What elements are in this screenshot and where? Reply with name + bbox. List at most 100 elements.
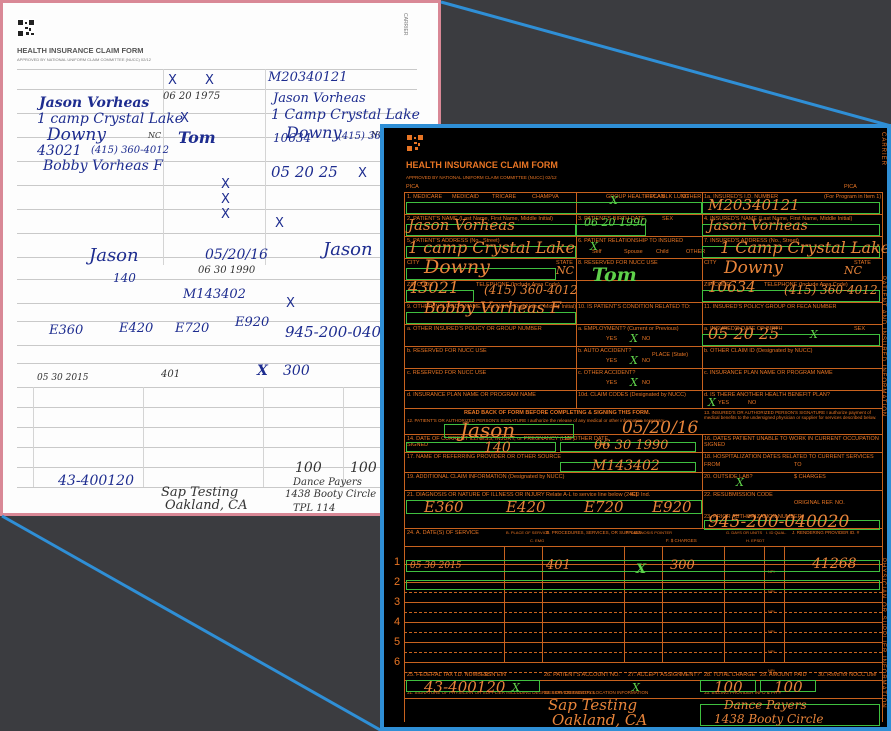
employment-no-label: NO [642, 336, 651, 342]
group-number-label: 11. INSURED'S POLICY GROUP OR FECA NUMBE… [704, 304, 837, 310]
other-claim-id-label: b. OTHER CLAIM ID (Designated by NUCC) [704, 348, 813, 354]
patient-name-value: Jason Vorheas [408, 216, 515, 234]
emg-label: C. EMG [530, 538, 545, 543]
accept-yes-check: X [632, 681, 640, 694]
medicaid-label: MEDICAID [452, 194, 479, 200]
insured-city-value: Downy [724, 258, 783, 278]
claim-codes-label: 10d. CLAIM CODES (Designated by NUCC) [578, 392, 686, 398]
child-label: Child [656, 249, 669, 255]
npi-label: NPI [768, 609, 775, 614]
scan-insured-signature: Jason [323, 239, 373, 260]
other-policy-label: a. OTHER INSURED'S POLICY OR GROUP NUMBE… [407, 326, 542, 332]
service-line-number: 4 [394, 616, 401, 628]
city-value: Downy [424, 256, 490, 278]
scan-referring: M143402 [183, 287, 246, 302]
pica-label: PICA [844, 184, 857, 190]
scan-phone: (415) 360-4012 [91, 145, 169, 156]
sex-label: SEX [662, 216, 674, 222]
pica-label: PICA [406, 184, 419, 190]
insured-address-value: 1 Camp Crystal Lake [720, 238, 891, 257]
other-accident-no-check: X [630, 376, 638, 389]
service-line-number: 5 [394, 636, 401, 648]
illness-date-value: 140 [484, 440, 511, 456]
scan-line1-pos: 401 [161, 369, 181, 380]
another-plan-yes-check: X [708, 396, 716, 409]
signature-value: Jason [460, 418, 516, 442]
insured-authorization-text: 13. INSURED'S OR AUTHORIZED PERSON'S SIG… [704, 410, 877, 420]
reserved-c-label: c. RESERVED FOR NUCC USE [407, 370, 487, 376]
scan-form-title: HEALTH INSURANCE CLAIM FORM [17, 46, 144, 55]
scan-zip: 43021 [37, 143, 82, 159]
facility-line2-value: Oakland, CA [552, 711, 648, 729]
reserved-nucc-value: Tom [592, 264, 637, 286]
scan-state: NC [148, 131, 162, 140]
another-plan-yes-label: YES [718, 400, 730, 406]
scan-total: 100 [295, 460, 322, 476]
state-value: NC [556, 264, 575, 277]
medicare-label: 1. MEDICARE [407, 194, 443, 200]
scan-approved: APPROVED BY NATIONAL UNIFORM CLAIM COMMI… [17, 57, 151, 62]
employment-no-check: X [630, 332, 638, 345]
dx-a-value: E360 [424, 498, 464, 516]
icd-label: ICD Ind. [630, 492, 651, 498]
other-accident-yes-label: YES [606, 380, 618, 386]
scan-reserved: Tom [178, 128, 216, 147]
insured-name-value: Jason Vorheas [708, 218, 808, 234]
qr-code-icon [17, 19, 35, 37]
place-label: B. PLACE OF SERVICE [506, 530, 550, 535]
billing-line1-value: Dance Payers [724, 698, 807, 712]
auto-accident-label: b. AUTO ACCIDENT? [578, 348, 632, 354]
insured-dob-value: 05 20 25 [708, 324, 780, 343]
insured-signed-label: SIGNED [704, 442, 726, 448]
read-back-notice: READ BACK OF FORM BEFORE COMPLETING & SI… [464, 410, 651, 416]
phone-value: (415) 360-4012 [484, 283, 578, 297]
ein-check: X [512, 681, 520, 694]
service-line-number: 6 [394, 656, 401, 668]
scanned-claim-form: HEALTH INSURANCE CLAIM FORM APPROVED BY … [0, 0, 441, 516]
employment-yes-label: YES [606, 336, 618, 342]
dx-c-value: E720 [584, 498, 624, 516]
another-plan-no-label: NO [748, 400, 757, 406]
detected-field-box [406, 580, 880, 590]
insured-id-value: M20340121 [708, 196, 800, 214]
birth-date-value: 06 20 1990 [584, 216, 647, 229]
outside-lab-no-check: X [736, 476, 744, 489]
scan-billing-3: TPL 114 [293, 503, 336, 514]
scan-insured-dob: 05 20 25 [271, 163, 338, 181]
detected-field-box [406, 202, 702, 214]
scan-dx-a: E360 [49, 323, 84, 338]
other-label: OTHER [682, 194, 702, 200]
line1-pos-value: 401 [546, 558, 571, 573]
scan-line1-date: 05 30 2015 [37, 373, 89, 383]
scan-birth-date: 06 20 1975 [163, 91, 221, 102]
scan-paid: 100 [350, 460, 377, 476]
npi-label: NPI [768, 629, 775, 634]
insured-city-label: CITY [704, 260, 717, 266]
self-check: X [590, 240, 598, 253]
original-ref-label: ORIGINAL REF. NO. [794, 500, 845, 506]
auto-no-check: X [630, 354, 638, 367]
scan-dx-d: E920 [235, 315, 270, 330]
scan-insured-zip: 10634 [273, 131, 312, 145]
scan-facility-2: Oakland, CA [165, 498, 248, 513]
scan-billing-1: Dance Payers [293, 477, 362, 488]
scan-city: Downy [47, 125, 106, 145]
scan-carrier-label: CARRIER [402, 13, 408, 36]
scan-other-date: 06 30 1990 [198, 265, 256, 276]
outside-lab-label: 20. OUTSIDE LAB? [704, 474, 753, 480]
total-charge-value: 100 [714, 678, 743, 696]
unable-work-label: 16. DATES PATIENT UNABLE TO WORK IN CURR… [704, 436, 879, 442]
scan-check-mark: X [358, 166, 367, 181]
scan-insured-address: 1 Camp Crystal Lake [271, 107, 420, 123]
physician-side-label: PHYSICIAN OR SUPPLIER INFORMATION [880, 558, 886, 709]
line1-date-value: 05 30 2015 [410, 561, 462, 571]
insured-zip-value: 10634 [708, 278, 756, 296]
for-program-label: (For Program in Item 1) [824, 194, 882, 200]
line1-check-value: X [636, 562, 647, 577]
scan-billing-2: 1438 Booty Circle [285, 489, 377, 500]
dx-b-value: E420 [506, 498, 546, 516]
insured-phone-value: (415) 360-4012 [784, 283, 878, 297]
scan-check-mark: X [221, 177, 230, 192]
epsdt-label: H. EPSDT [746, 538, 765, 543]
f-charges-label: F. $ CHARGES [666, 538, 697, 543]
